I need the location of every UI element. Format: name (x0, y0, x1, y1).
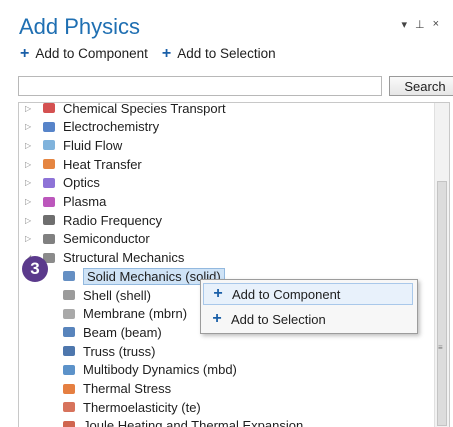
joule-heating-icon (61, 419, 77, 427)
plus-icon: + (212, 310, 222, 327)
tree-item-label: Chemical Species Transport (63, 102, 226, 116)
tree-item-label: Shell (shell) (83, 287, 151, 303)
tree-item[interactable]: Multibody Dynamics (mbd) (61, 361, 237, 379)
tree-item[interactable]: ▷ Radio Frequency (25, 211, 162, 229)
search-input[interactable] (18, 76, 382, 96)
tree-item[interactable]: Membrane (mbrn) (61, 305, 187, 323)
tree-item[interactable]: ▷ Chemical Species Transport (25, 102, 226, 117)
thermal-stress-icon (61, 382, 77, 396)
tree-item[interactable]: ▷ Heat Transfer (25, 155, 142, 173)
scroll-grip-icon: ≡ (438, 343, 443, 352)
tree-item-label: Thermoelasticity (te) (83, 399, 201, 415)
scroll-thumb[interactable] (437, 181, 447, 426)
collapsed-arrow-icon[interactable]: ▷ (25, 197, 35, 206)
tree-item-label: Thermal Stress (83, 381, 172, 396)
multibody-icon (61, 363, 77, 377)
add-to-selection-button[interactable]: + Add to Selection (161, 44, 276, 62)
tree-item-label: Plasma (63, 194, 107, 209)
tree-item-label: Structural Mechanics (63, 250, 185, 266)
tree-item-label: Heat Transfer (63, 156, 142, 172)
dropdown-icon[interactable]: ▾ (401, 18, 407, 31)
add-to-component-button[interactable]: + Add to Component (20, 44, 148, 62)
membrane-icon (61, 307, 77, 321)
pin-icon[interactable]: ⊥ (415, 18, 425, 31)
shell-icon (61, 288, 77, 302)
fluid-flow-icon (41, 138, 57, 152)
tree-item[interactable]: Shell (shell) (61, 286, 151, 304)
toolbar: + Add to Component + Add to Selection (20, 44, 276, 62)
panel-title: Add Physics (19, 14, 141, 39)
tree-item-label: Semiconductor (63, 231, 150, 247)
tree-item-label: Radio Frequency (63, 212, 162, 228)
context-menu-label: Add to Component (232, 286, 341, 302)
scrollbar[interactable]: ≡ (434, 103, 449, 427)
plus-icon: + (213, 285, 223, 302)
tree-item[interactable]: Thermoelasticity (te) (61, 398, 201, 416)
collapsed-arrow-icon[interactable]: ▷ (25, 160, 35, 169)
collapsed-arrow-icon[interactable]: ▷ (25, 216, 35, 225)
search-row: Search (18, 76, 453, 98)
collapsed-arrow-icon[interactable]: ▷ (25, 178, 35, 187)
tree-item-label: Beam (beam) (83, 324, 162, 340)
plus-icon: + (161, 44, 172, 62)
context-menu-add-to-selection[interactable]: + Add to Selection (203, 308, 413, 330)
plus-icon: + (20, 44, 30, 62)
tree-item-label: Electrochemistry (63, 119, 160, 135)
tree-item[interactable]: Thermal Stress (61, 380, 171, 398)
tree-item-label: Fluid Flow (63, 137, 123, 153)
tree-item-label: Joule Heating and Thermal Expansion (83, 418, 304, 427)
truss-icon (61, 344, 77, 358)
thermoelasticity-icon (61, 400, 77, 414)
plasma-icon (41, 195, 57, 209)
optics-icon (41, 176, 57, 190)
tree-item[interactable]: ▷ Optics (25, 174, 100, 192)
close-icon[interactable]: × (433, 18, 439, 31)
add-to-selection-label: Add to Selection (177, 46, 276, 61)
chemical-icon (41, 103, 57, 115)
context-menu: + Add to Component + Add to Selection (200, 279, 418, 334)
window-controls: ▾ ⊥ × (401, 18, 439, 31)
tree-item[interactable]: ▷ Plasma (25, 193, 106, 211)
tree-item[interactable]: ▷ Fluid Flow (25, 136, 122, 154)
search-button[interactable]: Search (389, 76, 453, 96)
tree-item[interactable]: Joule Heating and Thermal Expansion (61, 417, 303, 427)
collapsed-arrow-icon[interactable]: ▷ (25, 234, 35, 243)
context-menu-label: Add to Selection (231, 311, 326, 327)
tree-item[interactable]: ▷ Electrochemistry (25, 118, 159, 136)
tree-item-label: Membrane (mbrn) (83, 306, 188, 322)
tree-item[interactable]: ▷ Semiconductor (25, 230, 150, 248)
tree-item-label: Optics (63, 175, 100, 191)
tree-item-label: Multibody Dynamics (mbd) (83, 362, 237, 378)
collapsed-arrow-icon[interactable]: ▷ (25, 141, 35, 150)
tree-item-label: Truss (truss) (83, 343, 156, 359)
collapsed-arrow-icon[interactable]: ▷ (25, 104, 35, 113)
step-badge: 3 (22, 256, 48, 282)
context-menu-add-to-component[interactable]: + Add to Component (203, 283, 413, 305)
beam-icon (61, 325, 77, 339)
heat-transfer-icon (41, 157, 57, 171)
solid-mechanics-icon (61, 269, 77, 283)
radio-frequency-icon (41, 213, 57, 227)
electrochemistry-icon (41, 120, 57, 134)
tree-item[interactable]: Beam (beam) (61, 323, 162, 341)
semiconductor-icon (41, 232, 57, 246)
add-to-component-label: Add to Component (35, 46, 148, 61)
tree-item[interactable]: Truss (truss) (61, 342, 155, 360)
tree-item[interactable]: ◢Structural Mechanics (25, 249, 184, 267)
collapsed-arrow-icon[interactable]: ▷ (25, 122, 35, 131)
physics-tree[interactable]: ▷ Chemical Species Transport ▷ Electrochemi… (18, 102, 450, 427)
